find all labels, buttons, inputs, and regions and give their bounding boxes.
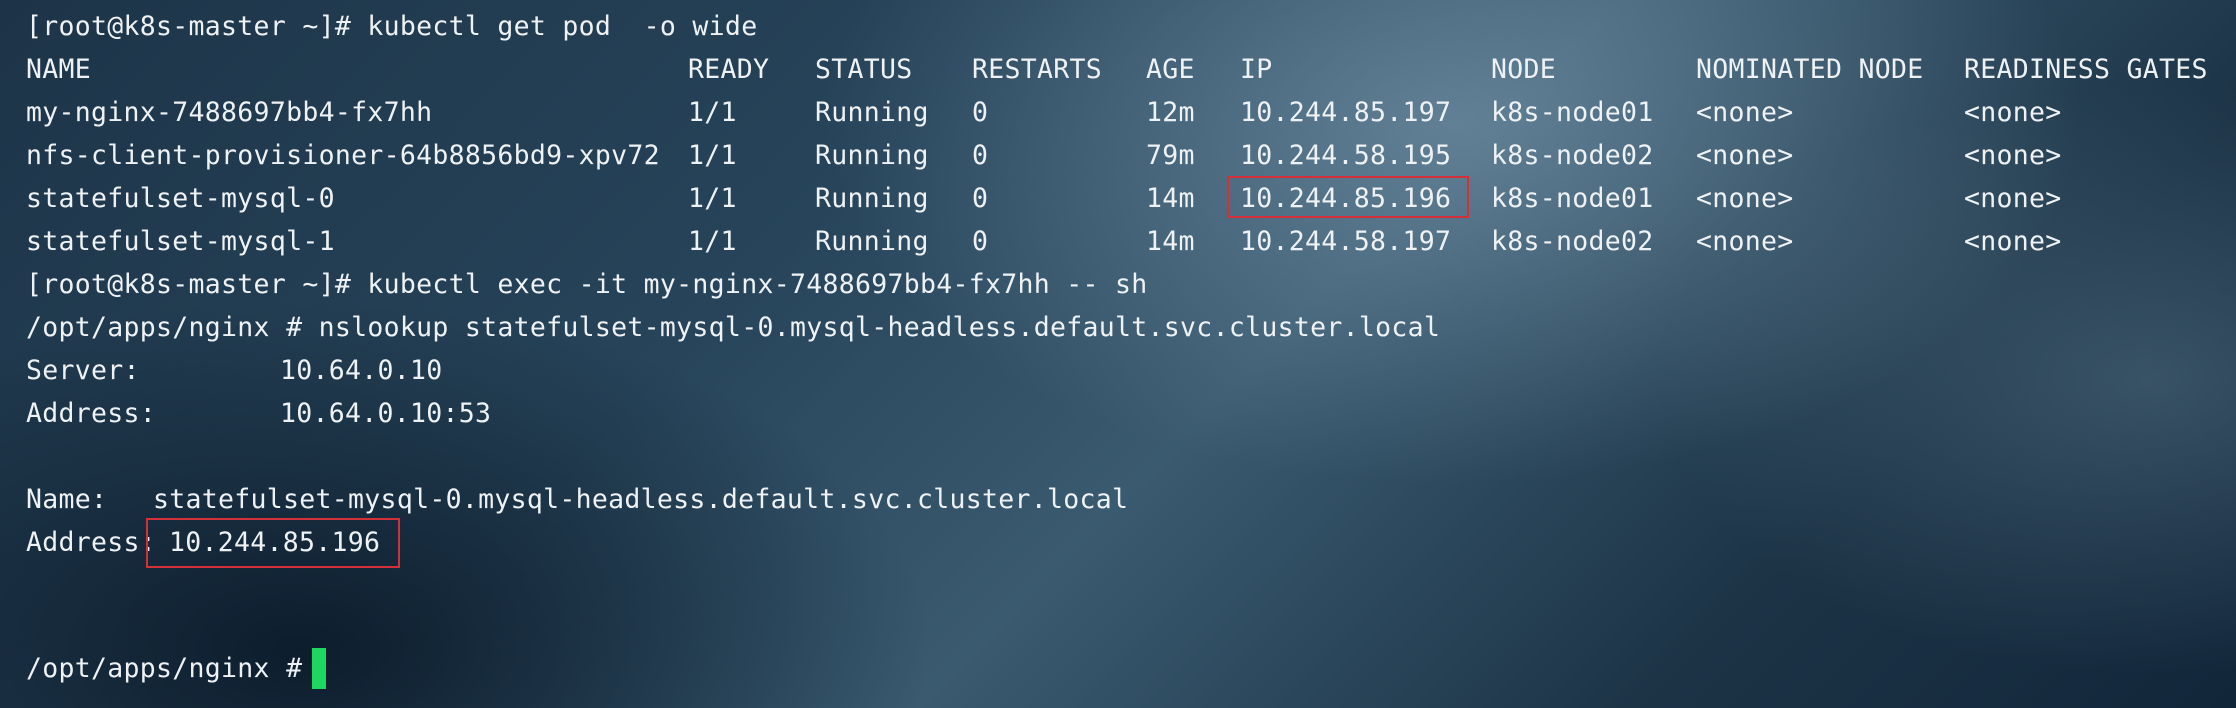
pod-restarts: 0 bbox=[972, 140, 989, 171]
terminal-cursor bbox=[312, 648, 326, 689]
pod-ready: 1/1 bbox=[688, 97, 737, 128]
pod-restarts: 0 bbox=[972, 183, 989, 214]
pod-readiness-gates: <none> bbox=[1964, 140, 2062, 171]
address-line: Address: 10.64.0.10:53 bbox=[26, 392, 826, 435]
pod-ready: 1/1 bbox=[688, 226, 737, 257]
name-line: Name: statefulset-mysql-0.mysql-headless… bbox=[26, 478, 1426, 521]
pod-nominated-node: <none> bbox=[1696, 226, 1794, 257]
pod-node: k8s-node02 bbox=[1491, 226, 1654, 257]
address-value: 10.64.0.10:53 bbox=[280, 398, 492, 429]
pod-readiness-gates: <none> bbox=[1964, 97, 2062, 128]
name-label: Name: bbox=[26, 484, 108, 515]
header-restarts: RESTARTS bbox=[972, 54, 1103, 85]
pod-age: 12m bbox=[1146, 97, 1195, 128]
header-ready: READY bbox=[688, 54, 770, 85]
command-line-get-pod: [root@k8s-master ~]# kubectl get pod -o … bbox=[26, 11, 758, 42]
pod-ready: 1/1 bbox=[688, 183, 737, 214]
command-line-nslookup: /opt/apps/nginx # nslookup statefulset-m… bbox=[26, 312, 1441, 343]
table-row: nfs-client-provisioner-64b8856bd9-xpv72 … bbox=[26, 134, 2226, 177]
header-status: STATUS bbox=[815, 54, 913, 85]
pod-restarts: 0 bbox=[972, 226, 989, 257]
shell-prompt[interactable]: /opt/apps/nginx # bbox=[26, 647, 319, 690]
table-header-row: NAME READY STATUS RESTARTS AGE IP NODE N… bbox=[26, 48, 2226, 91]
server-label: Server: bbox=[26, 355, 140, 386]
pod-nominated-node: <none> bbox=[1696, 97, 1794, 128]
pod-node: k8s-node01 bbox=[1491, 183, 1654, 214]
pod-readiness-gates: <none> bbox=[1964, 226, 2062, 257]
pod-node: k8s-node02 bbox=[1491, 140, 1654, 171]
header-ip: IP bbox=[1240, 54, 1273, 85]
pod-name: nfs-client-provisioner-64b8856bd9-xpv72 bbox=[26, 140, 660, 171]
pod-age: 79m bbox=[1146, 140, 1195, 171]
server-line: Server: 10.64.0.10 bbox=[26, 349, 826, 392]
pod-name: statefulset-mysql-0 bbox=[26, 183, 335, 214]
header-node: NODE bbox=[1491, 54, 1557, 85]
terminal-window[interactable]: [root@k8s-master ~]# kubectl get pod -o … bbox=[0, 0, 2236, 708]
command-line-exec: [root@k8s-master ~]# kubectl exec -it my… bbox=[26, 269, 1148, 300]
table-row: statefulset-mysql-0 1/1 Running 0 14m 10… bbox=[26, 177, 2226, 220]
header-readiness-gates: READINESS GATES bbox=[1964, 54, 2208, 85]
name-value: statefulset-mysql-0.mysql-headless.defau… bbox=[153, 484, 1129, 515]
pod-status: Running bbox=[815, 183, 929, 214]
pod-restarts: 0 bbox=[972, 97, 989, 128]
resolved-address-highlight-box bbox=[146, 518, 400, 568]
pod-name: statefulset-mysql-1 bbox=[26, 226, 335, 257]
pod-node: k8s-node01 bbox=[1491, 97, 1654, 128]
header-age: AGE bbox=[1146, 54, 1195, 85]
pod-age: 14m bbox=[1146, 226, 1195, 257]
pod-ip: 10.244.58.195 bbox=[1240, 140, 1452, 171]
pod-nominated-node: <none> bbox=[1696, 183, 1794, 214]
pod-status: Running bbox=[815, 226, 929, 257]
pod-ip: 10.244.58.197 bbox=[1240, 226, 1452, 257]
resolved-address-label: Address: bbox=[26, 527, 157, 558]
pod-ready: 1/1 bbox=[688, 140, 737, 171]
pod-age: 14m bbox=[1146, 183, 1195, 214]
pod-nominated-node: <none> bbox=[1696, 140, 1794, 171]
pod-ip-highlight-box bbox=[1227, 176, 1469, 218]
header-name: NAME bbox=[26, 54, 92, 85]
table-row: my-nginx-7488697bb4-fx7hh 1/1 Running 0 … bbox=[26, 91, 2226, 134]
server-value: 10.64.0.10 bbox=[280, 355, 443, 386]
pod-ip: 10.244.85.197 bbox=[1240, 97, 1452, 128]
table-row: statefulset-mysql-1 1/1 Running 0 14m 10… bbox=[26, 220, 2226, 263]
header-nominated-node: NOMINATED NODE bbox=[1696, 54, 1924, 85]
pod-readiness-gates: <none> bbox=[1964, 183, 2062, 214]
pod-status: Running bbox=[815, 97, 929, 128]
address-label: Address: bbox=[26, 398, 157, 429]
pod-status: Running bbox=[815, 140, 929, 171]
pod-name: my-nginx-7488697bb4-fx7hh bbox=[26, 97, 433, 128]
